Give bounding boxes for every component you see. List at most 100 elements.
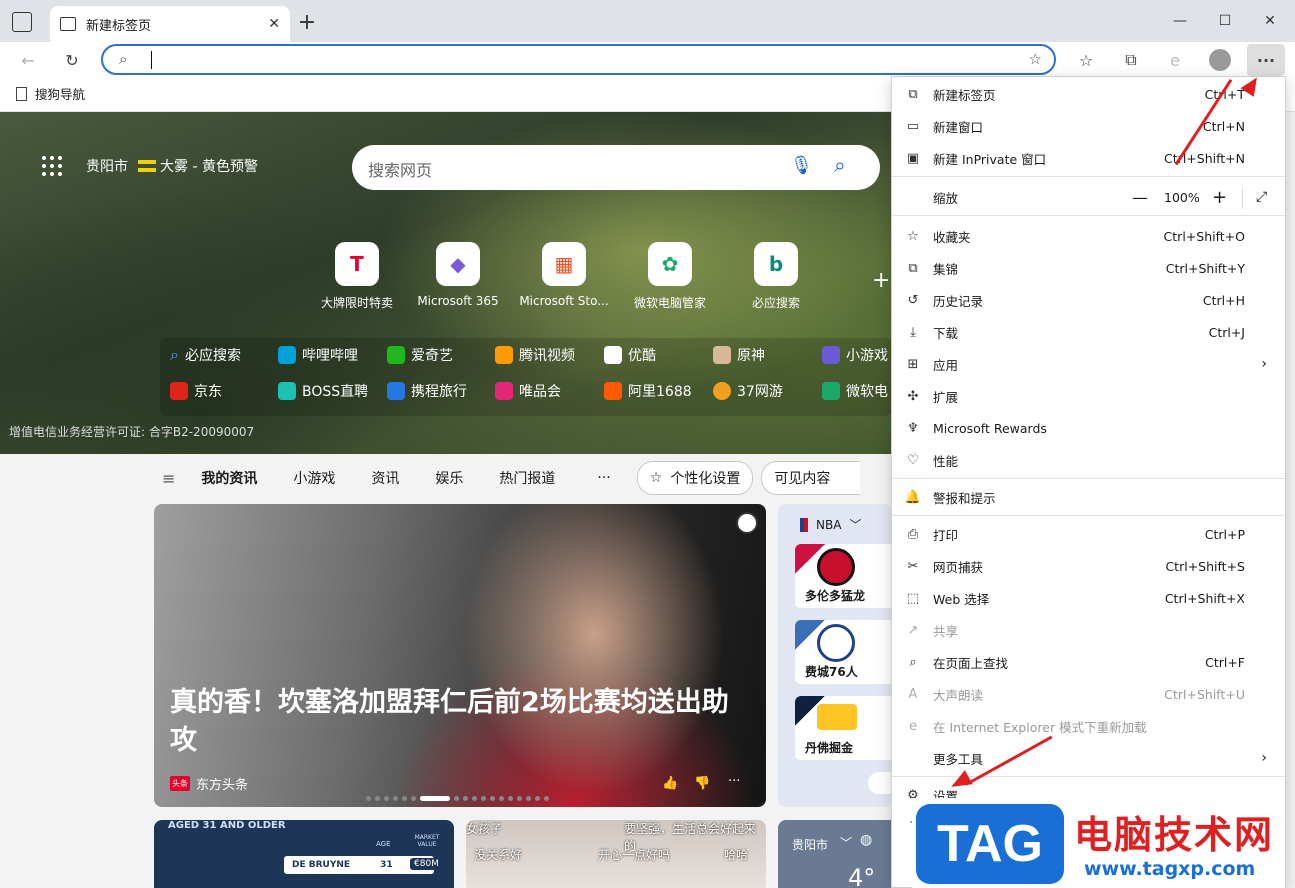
back-icon[interactable]: ←	[14, 46, 42, 74]
add-favorite-icon[interactable]: ☆	[1029, 50, 1042, 68]
settings-and-more-button[interactable]: ···	[1247, 44, 1285, 76]
link-item[interactable]: 小游戏	[822, 345, 888, 365]
link-item[interactable]: 阿里1688	[604, 381, 692, 401]
new-tab-plus-icon[interactable]: +	[296, 10, 318, 36]
menu-item-read-aloud[interactable]: A 大声朗读 Ctrl+Shift+U	[892, 678, 1285, 710]
tab-mini-games[interactable]: 小游戏	[293, 468, 335, 488]
fullscreen-icon[interactable]: ⤢	[1256, 189, 1267, 205]
minimize-icon[interactable]: —	[1165, 8, 1195, 34]
zoom-in-icon[interactable]: +	[1212, 187, 1227, 208]
link-item[interactable]: 优酷	[604, 345, 656, 365]
menu-item-history[interactable]: ↺ 历史记录 Ctrl+H	[892, 284, 1285, 316]
menu-item-ie-mode[interactable]: e在 Internet Explorer 模式下重新加载	[892, 710, 1285, 742]
thumbs-down-icon[interactable]: 👎	[694, 776, 710, 791]
zoom-out-icon[interactable]: —	[1132, 188, 1148, 207]
team-card[interactable]: 丹佛掘金	[795, 696, 892, 760]
microphone-icon[interactable]: 🎙	[790, 155, 813, 176]
menu-item-find[interactable]: ⌕ 在页面上查找 Ctrl+F	[892, 646, 1285, 678]
add-tile-plus-icon[interactable]: +	[872, 268, 890, 293]
link-item[interactable]: 唯品会	[495, 381, 561, 401]
menu-item-new-window[interactable]: ▭ 新建窗口 Ctrl+N	[892, 110, 1285, 142]
team-card[interactable]: 费城76人	[795, 620, 892, 684]
refresh-icon[interactable]: ↻	[58, 46, 86, 74]
tab-more[interactable]: ···	[597, 470, 610, 486]
profile-avatar[interactable]	[1206, 46, 1234, 74]
menu-item-extensions[interactable]: ✣ 扩展	[892, 380, 1285, 412]
quick-link-tile[interactable]: ▦ Microsoft Sto...	[511, 242, 617, 308]
headline-title[interactable]: 真的香！坎塞洛加盟拜仁后前2场比赛均送出助攻	[170, 684, 750, 760]
favorite-item-sogou[interactable]: 搜狗导航	[16, 84, 85, 103]
news-card-football[interactable]: AGED 31 AND OLDER MARKET VALUE AGE DE BR…	[154, 820, 454, 888]
quick-link-tile[interactable]: ✿ 微软电脑管家	[617, 242, 723, 311]
city-label[interactable]: 贵阳市	[86, 156, 128, 176]
hero-top: 贵阳市 大雾 - 黄色预警	[42, 156, 258, 176]
team-card[interactable]: 多伦多猛龙	[795, 544, 892, 608]
tab-news[interactable]: 资讯	[371, 468, 399, 488]
license-text[interactable]: 增值电信业务经营许可证: 合字B2-20090007	[9, 423, 254, 440]
tab-actions-icon[interactable]	[12, 12, 32, 32]
hamburger-icon[interactable]: ≡	[162, 469, 175, 488]
link-item[interactable]: BOSS直聘	[278, 381, 368, 401]
menu-item-more-tools[interactable]: 更多工具 ›	[892, 742, 1285, 774]
collections-icon[interactable]: ⧉	[1117, 46, 1145, 74]
quick-link-tile[interactable]: b 必应搜索	[723, 242, 829, 311]
tab-new-tab[interactable]: 新建标签页 ✕	[50, 6, 290, 42]
chevron-right-icon: ›	[1261, 356, 1267, 372]
web-search-box[interactable]: 搜索网页 🎙 ⌕	[352, 145, 880, 190]
link-item[interactable]: 腾讯视频	[495, 345, 575, 365]
menu-item-rewards[interactable]: ♆ Microsoft Rewards	[892, 412, 1285, 444]
search-icon: ⌕	[170, 345, 179, 364]
text-caret	[151, 51, 152, 69]
carousel-dots[interactable]	[366, 796, 549, 801]
close-tab-icon[interactable]: ✕	[268, 16, 280, 32]
visible-content-button[interactable]: 可见内容	[761, 461, 861, 495]
search-icon[interactable]: ⌕	[834, 153, 846, 178]
more-options-icon[interactable]: ···	[728, 774, 740, 789]
heartbeat-icon: ♡	[907, 452, 919, 468]
tab-entertainment[interactable]: 娱乐	[435, 468, 463, 488]
link-item[interactable]: 微软电	[822, 381, 888, 401]
maximize-icon[interactable]: ☐	[1210, 8, 1240, 34]
link-item[interactable]: 爱奇艺	[387, 345, 453, 365]
tab-hot[interactable]: 热门报道	[499, 468, 555, 488]
favorites-icon[interactable]: ☆	[1072, 46, 1100, 74]
link-item[interactable]: 哔哩哔哩	[278, 345, 358, 365]
tencent-video-icon	[495, 346, 513, 364]
personalize-button[interactable]: ☆ 个性化设置	[636, 461, 754, 495]
menu-item-web-select[interactable]: ⬚ Web 选择 Ctrl+Shift+X	[892, 582, 1285, 614]
weather-alert[interactable]: 大雾 - 黄色预警	[160, 156, 258, 176]
read-aloud-icon: A	[908, 686, 918, 702]
menu-item-favorites[interactable]: ☆ 收藏夹 Ctrl+Shift+O	[892, 220, 1285, 252]
nba-header[interactable]: NBA ﹀	[800, 516, 861, 533]
quick-link-tile[interactable]: ◆ Microsoft 365	[405, 242, 511, 308]
menu-item-performance[interactable]: ♡ 性能	[892, 444, 1285, 476]
headline-card[interactable]: 真的香！坎塞洛加盟拜仁后前2场比赛均送出助攻 头条 东方头条 👍 👎 ···	[154, 504, 766, 807]
apps-launcher-icon[interactable]	[42, 156, 62, 176]
link-item[interactable]: ⌕ 必应搜索	[170, 345, 241, 365]
menu-item-alerts[interactable]: 🔔 警报和提示	[892, 481, 1285, 513]
quick-link-tile[interactable]: T 大牌限时特卖	[304, 242, 410, 311]
menu-item-downloads[interactable]: ⤓ 下载 Ctrl+J	[892, 316, 1285, 348]
news-card-video[interactable]: 女孩子 要坚强，生活总会好起来的 没关系好 开心一点好吗 哈哈	[466, 820, 766, 888]
link-item[interactable]: 携程旅行	[387, 381, 467, 401]
link-item[interactable]: 京东	[170, 381, 222, 401]
news-source[interactable]: 头条 东方头条	[170, 774, 248, 793]
menu-item-apps[interactable]: ⊞ 应用 ›	[892, 348, 1285, 380]
menu-item-print[interactable]: ⎙ 打印 Ctrl+P	[892, 518, 1285, 550]
settings-and-more-menu: ⧉ 新建标签页 Ctrl+T ▭ 新建窗口 Ctrl+N ▣ 新建 InPrivate 窗…	[891, 76, 1286, 888]
thumbs-up-icon[interactable]: 👍	[662, 776, 678, 791]
globe-icon[interactable]: ◍	[860, 832, 872, 848]
link-item[interactable]: 37网游	[713, 381, 783, 401]
menu-item-inprivate[interactable]: ▣ 新建 InPrivate 窗口 Ctrl+Shift+N	[892, 142, 1285, 174]
menu-item-collections[interactable]: ⧉ 集锦 Ctrl+Shift+Y	[892, 252, 1285, 284]
menu-item-share[interactable]: ↗ 共享	[892, 614, 1285, 646]
source-logo-icon: 头条	[170, 776, 190, 791]
close-window-icon[interactable]: ✕	[1255, 8, 1285, 34]
link-item[interactable]: 原神	[713, 345, 765, 365]
address-bar[interactable]: ⌕ ☆	[101, 44, 1056, 75]
nba-more-button[interactable]	[868, 772, 892, 794]
ie-mode-icon[interactable]: e	[1161, 46, 1189, 74]
menu-item-web-capture[interactable]: ✂ 网页捕获 Ctrl+Shift+S	[892, 550, 1285, 582]
weather-card[interactable]: 贵阳市 ﹀ ◍ 4°	[778, 820, 892, 888]
tab-my-feed[interactable]: 我的资讯	[201, 468, 257, 488]
